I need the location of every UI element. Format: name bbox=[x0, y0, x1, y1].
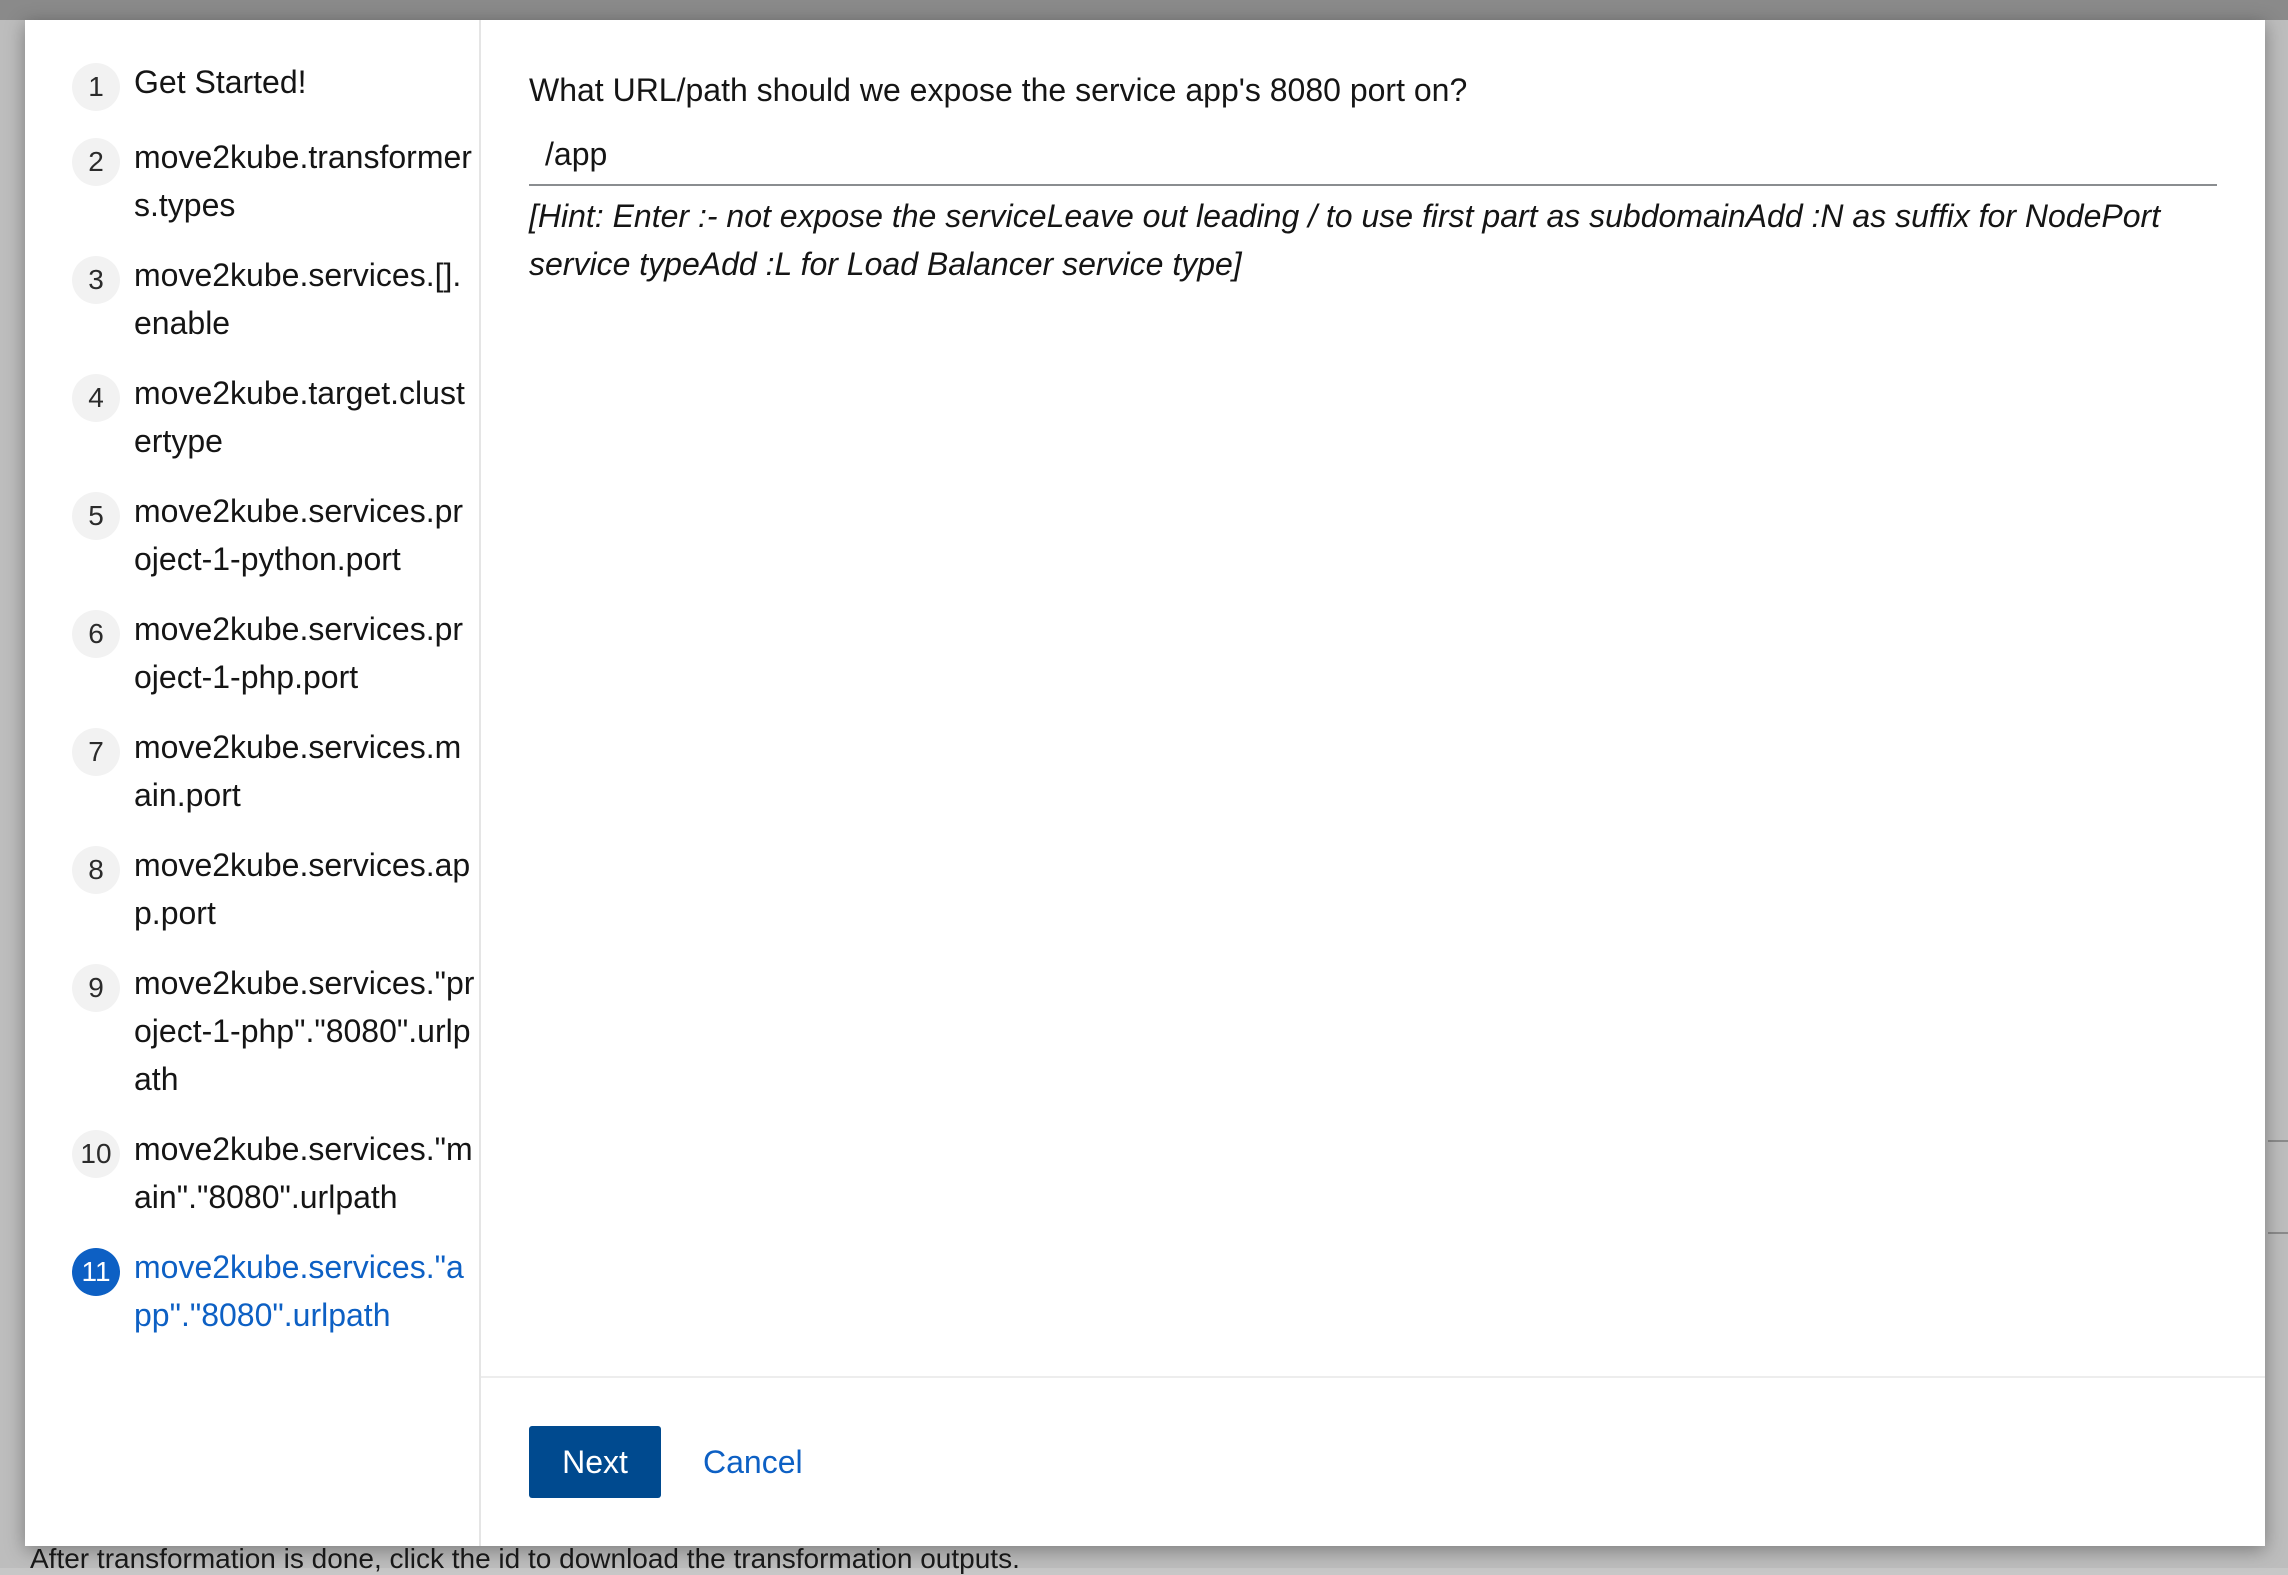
wizard-step-7[interactable]: 7 move2kube.services.main.port bbox=[25, 728, 479, 819]
wizard-step-2[interactable]: 2 move2kube.transformers.types bbox=[25, 138, 479, 229]
backdrop-top-strip bbox=[0, 0, 2288, 20]
wizard-step-number: 7 bbox=[72, 728, 120, 776]
wizard-step-9[interactable]: 9 move2kube.services."project-1-php"."808… bbox=[25, 964, 479, 1103]
wizard-step-number: 3 bbox=[72, 256, 120, 304]
wizard-step-4[interactable]: 4 move2kube.target.clustertype bbox=[25, 374, 479, 465]
wizard-step-label: move2kube.transformers.types bbox=[134, 139, 472, 223]
wizard-step-6[interactable]: 6 move2kube.services.project-1-php.port bbox=[25, 610, 479, 701]
wizard-step-3[interactable]: 3 move2kube.services.[].enable bbox=[25, 256, 479, 347]
wizard-step-label: move2kube.services.project-1-php.port bbox=[134, 611, 464, 695]
wizard-step-number: 8 bbox=[72, 846, 120, 894]
next-button[interactable]: Next bbox=[529, 1426, 661, 1498]
wizard-step-label: move2kube.services.[].enable bbox=[134, 257, 462, 341]
wizard-step-1[interactable]: 1 Get Started! bbox=[25, 63, 479, 111]
hint-text: [Hint: Enter :- not expose the serviceLe… bbox=[529, 198, 2161, 282]
background-instruction-text: After transformation is done, click the … bbox=[30, 1543, 1020, 1574]
backdrop-right-edge bbox=[2268, 1140, 2288, 1234]
wizard-step-number: 6 bbox=[72, 610, 120, 658]
wizard-step-number: 10 bbox=[72, 1130, 120, 1178]
wizard-step-label: move2kube.services."app"."8080".urlpath bbox=[134, 1249, 464, 1333]
wizard-step-label: move2kube.services.main.port bbox=[134, 729, 462, 813]
wizard-step-8[interactable]: 8 move2kube.services.app.port bbox=[25, 846, 479, 937]
wizard-modal: 1 Get Started! 2 move2kube.transformers.typ… bbox=[25, 20, 2265, 1546]
wizard-step-10[interactable]: 10 move2kube.services."main"."8080".urlpa… bbox=[25, 1130, 479, 1221]
wizard-step-11[interactable]: 11 move2kube.services."app"."8080".urlpat… bbox=[25, 1248, 479, 1339]
wizard-step-label: move2kube.services."main"."8080".urlpath bbox=[134, 1131, 473, 1215]
wizard-step-number: 5 bbox=[72, 492, 120, 540]
wizard-step-list: 1 Get Started! 2 move2kube.transformers.typ… bbox=[25, 63, 479, 1339]
wizard-footer: Next Cancel bbox=[481, 1376, 2265, 1546]
question-text: What URL/path should we expose the servi… bbox=[529, 72, 1468, 108]
cancel-button[interactable]: Cancel bbox=[703, 1444, 803, 1481]
wizard-step-number: 1 bbox=[72, 63, 120, 111]
wizard-step-label: move2kube.services.project-1-python.port bbox=[134, 493, 464, 577]
wizard-step-number: 9 bbox=[72, 964, 120, 1012]
wizard-main-pane: What URL/path should we expose the servi… bbox=[481, 20, 2265, 1546]
urlpath-input[interactable] bbox=[529, 128, 2217, 186]
wizard-step-number: 4 bbox=[72, 374, 120, 422]
wizard-body: What URL/path should we expose the servi… bbox=[481, 20, 2265, 1376]
wizard-step-5[interactable]: 5 move2kube.services.project-1-python.por… bbox=[25, 492, 479, 583]
wizard-step-number: 11 bbox=[72, 1248, 120, 1296]
wizard-step-number: 2 bbox=[72, 138, 120, 186]
wizard-nav: 1 Get Started! 2 move2kube.transformers.typ… bbox=[25, 20, 481, 1546]
wizard-step-label: move2kube.services."project-1-php"."8080… bbox=[134, 965, 475, 1097]
wizard-step-label: Get Started! bbox=[134, 64, 307, 100]
wizard-step-label: move2kube.target.clustertype bbox=[134, 375, 465, 459]
wizard-step-label: move2kube.services.app.port bbox=[134, 847, 471, 931]
